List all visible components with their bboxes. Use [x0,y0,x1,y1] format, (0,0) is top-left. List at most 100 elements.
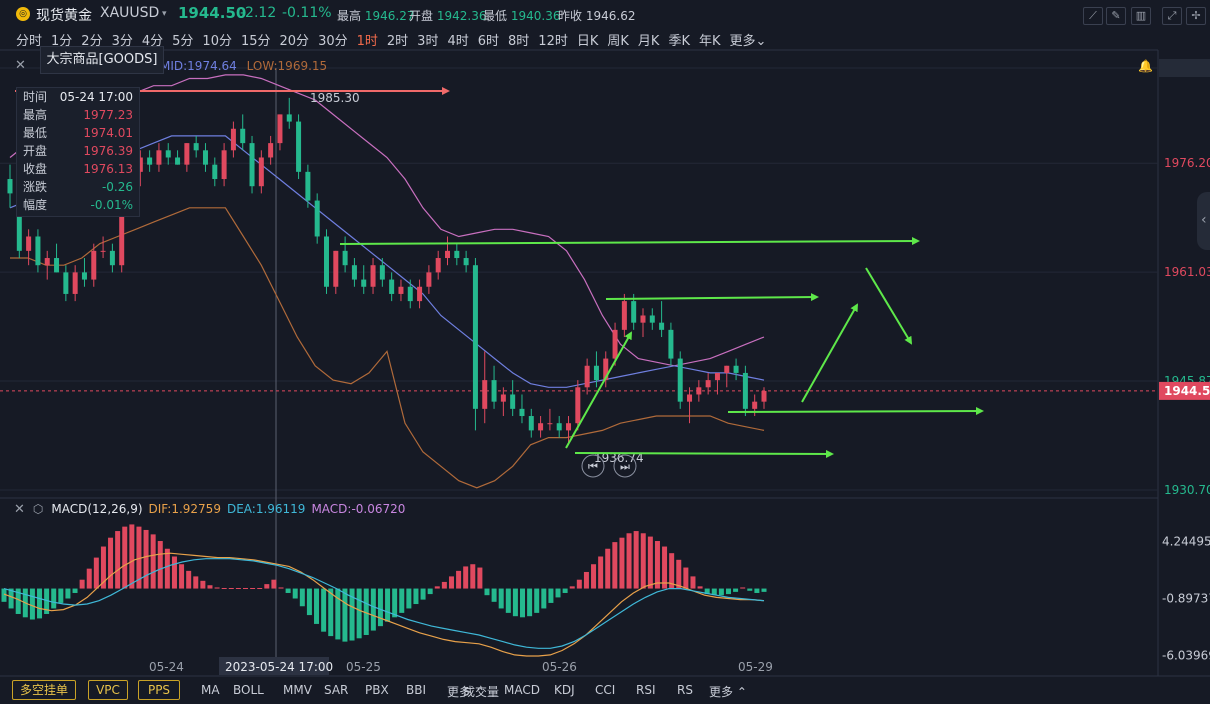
candle-body [72,272,78,294]
indicator-main_indicators-0[interactable]: MA [201,683,220,697]
macd-hist-bar [640,533,646,589]
macd-hist-bar [278,587,284,589]
indicator-sub_indicators-4[interactable]: RSI [636,683,656,697]
vpc-pill[interactable]: VPC [88,680,128,700]
candle-body [351,265,357,280]
candle-body [677,358,683,402]
candle-body [472,265,478,409]
tooltip-value: 1976.13 [83,162,133,176]
tooltip-value: 1977.23 [83,108,133,122]
macd-hist-bar [541,588,547,609]
ohlc-tooltip: 时间 05-24 17:00 最高 1977.23 最低 1974.01 开盘 1976.39… [16,87,140,217]
indicator-sub_indicators-0[interactable]: 成交量 [463,683,499,700]
macd-hist-bar [321,588,327,632]
candle-body [277,114,283,144]
candle-body [687,394,693,402]
macd-macd: MACD:-0.06720 [311,502,406,516]
macd-hist-bar [72,588,78,593]
tooltip-row: 收盘 1976.13 [17,160,139,178]
side-panel-toggle[interactable]: ‹ [1197,192,1210,250]
macd-hist-bar [228,588,234,589]
candle-body [212,164,218,180]
indicator-sub_indicators-3[interactable]: CCI [595,683,615,697]
chart-canvas[interactable]: 1985.301936.74⏮⏭ 1989.461976.201961.0319… [0,0,1210,704]
candle-body [398,286,404,294]
macd-dea: DEA:1.96119 [226,502,306,516]
candle-body [696,387,702,395]
macd-hist-bar [562,588,568,593]
macd-hist-bar [157,541,163,589]
candle-body [733,365,739,373]
candle-body [379,265,385,280]
macd-hist-bar [477,567,483,589]
candle-body [593,365,599,381]
candle-body [54,258,60,273]
macd-hist-bar [193,576,199,589]
indicator-main_indicators-5[interactable]: BBI [406,683,426,697]
close-macd-icon[interactable]: ✕ [14,502,25,517]
annotation-arrow [605,293,819,302]
indicator-sub_indicators-1[interactable]: MACD [504,683,540,697]
candle-body [659,322,665,330]
candle-body [463,258,469,266]
indicator-main_indicators-1[interactable]: BOLL [233,683,264,697]
macd-hist-bar [399,588,405,613]
indicator-sub_indicators-5[interactable]: RS [677,683,693,697]
tooltip-label: 收盘 [23,162,48,176]
candle-body [389,279,395,294]
macd-hist-bar [520,588,526,618]
macd-hist-bar [221,588,227,589]
candle-body [44,258,50,266]
tooltip-label: 最低 [23,126,48,140]
indicator-main_indicators-3[interactable]: SAR [324,683,348,697]
candle-body [258,157,264,187]
annotation-arrow [727,407,984,416]
candle-body [752,401,758,409]
macd-hist-bar [108,537,114,589]
tooltip-label: 幅度 [23,198,48,212]
chevron-left-icon: ‹ [1201,212,1207,228]
tooltip-value: -0.26 [101,180,133,194]
candle-body [221,150,227,180]
macd-hist-bar [377,588,383,627]
macd-hist-bar [612,542,618,589]
macd-hist-bar [356,588,362,639]
macd-settings-icon[interactable]: ⬡ [33,502,43,516]
macd-hist-bar [420,588,426,600]
macd-hist-bar [200,580,206,589]
alert-bell-icon[interactable]: 🔔 [1138,59,1153,73]
macd-hist-bar [427,588,433,595]
macd-hist-bar [605,548,611,589]
macd-hist-bar [342,588,348,642]
candle-body [649,315,655,323]
candle-body [500,394,506,402]
candle-body [761,390,767,402]
annotation-arrow [574,449,834,458]
indicator-sub_indicators-2[interactable]: KDJ [554,683,575,697]
macd-hist-bar [314,588,320,624]
price-tick-label: 1976.20 [1164,156,1210,170]
close-main-indicator-icon[interactable]: ✕ [15,58,26,73]
pps-pill[interactable]: PPS [138,680,180,700]
indicator-main_indicators-2[interactable]: MMV [283,683,312,697]
macd-hist-bar [115,531,121,589]
candle-body [314,200,320,237]
candle-body [184,143,190,165]
tooltip-value: 05-24 17:00 [59,90,133,104]
candle-body [426,272,432,287]
macd-hist-bar [484,588,490,596]
macd-hist-bar [93,557,99,589]
macd-hist-bar [306,588,312,616]
candle-body [510,394,516,409]
candle-body [407,286,413,302]
candle-body [193,143,199,151]
macd-hist-bar [370,588,376,631]
macd-hist-bar [498,588,504,609]
indicator-sub_indicators-6[interactable]: 更多 ⌃ [709,683,747,700]
bottom-indicator-bar: 多空挂单 VPC PPS MA BOLL MMV SAR PBX BBI 更多 ⌃ 成交量 M… [0,676,1210,704]
candle-body [165,150,171,158]
macd-hist-bar [29,588,35,620]
candle-body [26,236,32,251]
indicator-main_indicators-4[interactable]: PBX [365,683,389,697]
order-book-pill[interactable]: 多空挂单 [12,680,76,700]
